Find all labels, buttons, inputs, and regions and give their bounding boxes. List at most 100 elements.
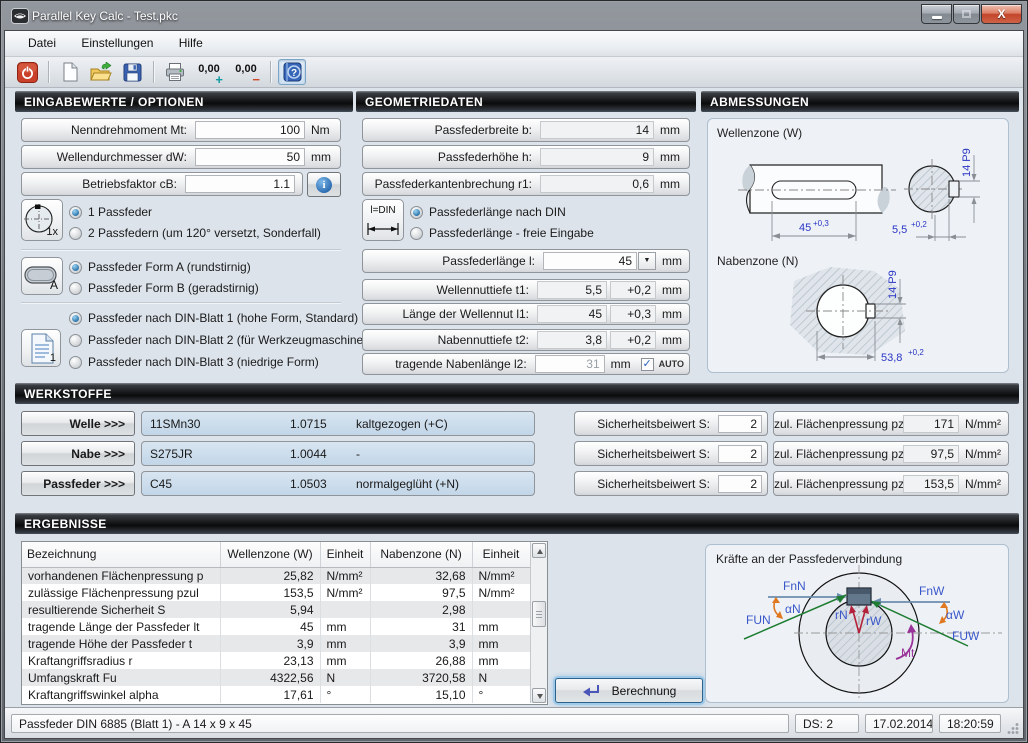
- toolbar-separator: [153, 61, 154, 83]
- field-label: Passfederkantenbrechung r1:: [363, 177, 540, 191]
- auto-checkbox[interactable]: ✓: [641, 358, 654, 371]
- field-passfederlaenge: Passfederlänge l: 45 ▼ mm: [362, 249, 690, 273]
- calculate-button[interactable]: Berechnung: [555, 678, 703, 703]
- client-area: Datei Einstellungen Hilfe: [4, 30, 1024, 739]
- scroll-up-button[interactable]: [532, 543, 546, 558]
- status-summary: Passfeder DIN 6885 (Blatt 1) - A 14 x 9 …: [11, 714, 789, 733]
- wellennutlaenge-value: 45: [537, 305, 607, 323]
- result-n-unit: [472, 601, 530, 618]
- table-row[interactable]: resultierende Sicherheit S 5,94 2,98: [22, 601, 530, 618]
- table-row[interactable]: tragende Länge der Passfeder lt 45 mm 31…: [22, 618, 530, 635]
- field-label: Sicherheitsbeiwert S:: [575, 447, 718, 461]
- field-unit: mm: [656, 254, 684, 268]
- col-header[interactable]: Bezeichnung: [22, 542, 220, 567]
- document-icon: [27, 332, 65, 368]
- dim-shaft-length-tol: +0,3: [813, 219, 829, 228]
- resize-grip[interactable]: [1007, 722, 1020, 735]
- col-header[interactable]: Wellenzone (W): [220, 542, 320, 567]
- help-button[interactable]: ?: [278, 59, 306, 85]
- scrollbar-thumb[interactable]: [532, 601, 546, 627]
- separator: [21, 302, 341, 303]
- betriebsfaktor-input[interactable]: 1.1: [185, 175, 295, 193]
- angle-w-label: αW: [946, 608, 965, 622]
- field-label: Sicherheitsbeiwert S:: [575, 417, 718, 431]
- menu-einstellungen[interactable]: Einstellungen: [70, 31, 164, 55]
- wellendurchmesser-input[interactable]: 50: [195, 148, 305, 166]
- radio-din-blatt-2[interactable]: Passfeder nach DIN-Blatt 2 (für Werkzeug…: [69, 332, 374, 348]
- close-button[interactable]: X: [981, 4, 1022, 24]
- radio-length-free[interactable]: Passfederlänge - freie Eingabe: [410, 225, 594, 241]
- col-header[interactable]: Einheit: [472, 542, 530, 567]
- nenndrehmoment-input[interactable]: 100: [195, 121, 305, 139]
- exit-button[interactable]: [13, 59, 41, 85]
- increase-decimals-button[interactable]: 0,00+: [192, 59, 226, 85]
- length-dropdown-button[interactable]: ▼: [638, 252, 656, 270]
- table-scrollbar[interactable]: [530, 543, 547, 703]
- length-mode-icon-box: l=DIN: [362, 199, 404, 241]
- radio-din-blatt-1[interactable]: Passfeder nach DIN-Blatt 1 (hohe Form, S…: [69, 310, 358, 326]
- result-w-unit: mm: [320, 618, 370, 635]
- material-number: 1.0503: [282, 477, 348, 491]
- nabennuttiefe-value: 3,8: [537, 331, 607, 349]
- result-n-unit: mm: [472, 652, 530, 669]
- app-icon[interactable]: [11, 8, 29, 24]
- table-row[interactable]: Kraftangriffswinkel alpha 17,61 ° 15,10 …: [22, 686, 530, 703]
- angle-n-label: αN: [785, 602, 801, 616]
- radio-icon: [69, 227, 82, 240]
- maximize-button[interactable]: [953, 4, 980, 24]
- passfederbreite-value: 14: [540, 121, 654, 139]
- info-button[interactable]: i: [307, 172, 341, 197]
- save-button[interactable]: [118, 59, 146, 85]
- table-row[interactable]: Kraftangriffsradius r 23,13 mm 26,88 mm: [22, 652, 530, 669]
- table-row[interactable]: vorhandenen Flächenpressung p 25,82 N/mm…: [22, 567, 530, 584]
- field-label: Nenndrehmoment Mt:: [22, 123, 195, 137]
- menu-bar: Datei Einstellungen Hilfe: [5, 31, 1023, 57]
- material-name: 11SMn30: [142, 417, 282, 431]
- table-row[interactable]: Umfangskraft Fu 4322,56 N 3720,58 N: [22, 669, 530, 686]
- table-row[interactable]: zulässige Flächenpressung pzul 153,5 N/m…: [22, 584, 530, 601]
- table-header-row: Bezeichnung Wellenzone (W) Einheit Naben…: [22, 542, 530, 567]
- radio-one-key[interactable]: 1 Passfeder: [69, 204, 152, 220]
- icon-caption: l=DIN: [363, 205, 403, 216]
- radio-icon: [69, 261, 82, 274]
- key-safety-input[interactable]: 2: [718, 475, 762, 493]
- icon-caption: A: [50, 278, 58, 292]
- forces-diagram: Kräfte an der Passfederverbindung: [706, 545, 1008, 702]
- material-name: C45: [142, 477, 282, 491]
- plus-icon: +: [215, 74, 223, 86]
- radio-form-b[interactable]: Passfeder Form B (geradstirnig): [69, 280, 259, 296]
- decrease-decimals-button[interactable]: 0,00−: [229, 59, 263, 85]
- toolbar-separator: [270, 61, 271, 83]
- key-material-button[interactable]: Passfeder >>>: [21, 471, 135, 496]
- menu-datei[interactable]: Datei: [17, 31, 67, 55]
- icon-caption: 1x: [46, 226, 58, 238]
- radio-form-a[interactable]: Passfeder Form A (rundstirnig): [69, 259, 251, 275]
- field-unit: mm: [305, 150, 335, 164]
- table-row[interactable]: tragende Höhe der Passfeder t 3,9 mm 3,9…: [22, 635, 530, 652]
- dim-shaft-depth: 5,5: [892, 224, 907, 236]
- hub-material-button[interactable]: Nabe >>>: [21, 441, 135, 466]
- open-file-button[interactable]: [87, 59, 115, 85]
- menu-hilfe[interactable]: Hilfe: [168, 31, 214, 55]
- result-w: 23,13: [220, 652, 320, 669]
- new-file-button[interactable]: [56, 59, 84, 85]
- print-button[interactable]: [161, 59, 189, 85]
- radio-din-blatt-3[interactable]: Passfeder nach DIN-Blatt 3 (niedrige For…: [69, 354, 319, 370]
- radio-icon: [69, 312, 82, 325]
- scroll-down-button[interactable]: [532, 688, 546, 703]
- radio-two-keys[interactable]: 2 Passfedern (um 120° versetzt, Sonderfa…: [69, 225, 321, 241]
- shaft-zone-label: Wellenzone (W): [717, 126, 802, 140]
- shaft-safety-input[interactable]: 2: [718, 415, 762, 433]
- minimize-button[interactable]: [921, 4, 952, 24]
- nabenlaenge-input[interactable]: 31: [535, 355, 605, 373]
- col-header[interactable]: Einheit: [320, 542, 370, 567]
- col-header[interactable]: Nabenzone (N): [370, 542, 472, 567]
- minimize-icon: [932, 16, 942, 19]
- title-bar[interactable]: Parallel Key Calc - Test.pkc X: [2, 2, 1026, 30]
- hub-safety-input[interactable]: 2: [718, 445, 762, 463]
- shaft-material-button[interactable]: Welle >>>: [21, 411, 135, 436]
- radio-length-din[interactable]: Passfederlänge nach DIN: [410, 204, 566, 220]
- passfederlaenge-select-value[interactable]: 45: [543, 252, 637, 270]
- section-header-materials: WERKSTOFFE: [15, 383, 1019, 404]
- result-name: resultierende Sicherheit S: [22, 601, 220, 618]
